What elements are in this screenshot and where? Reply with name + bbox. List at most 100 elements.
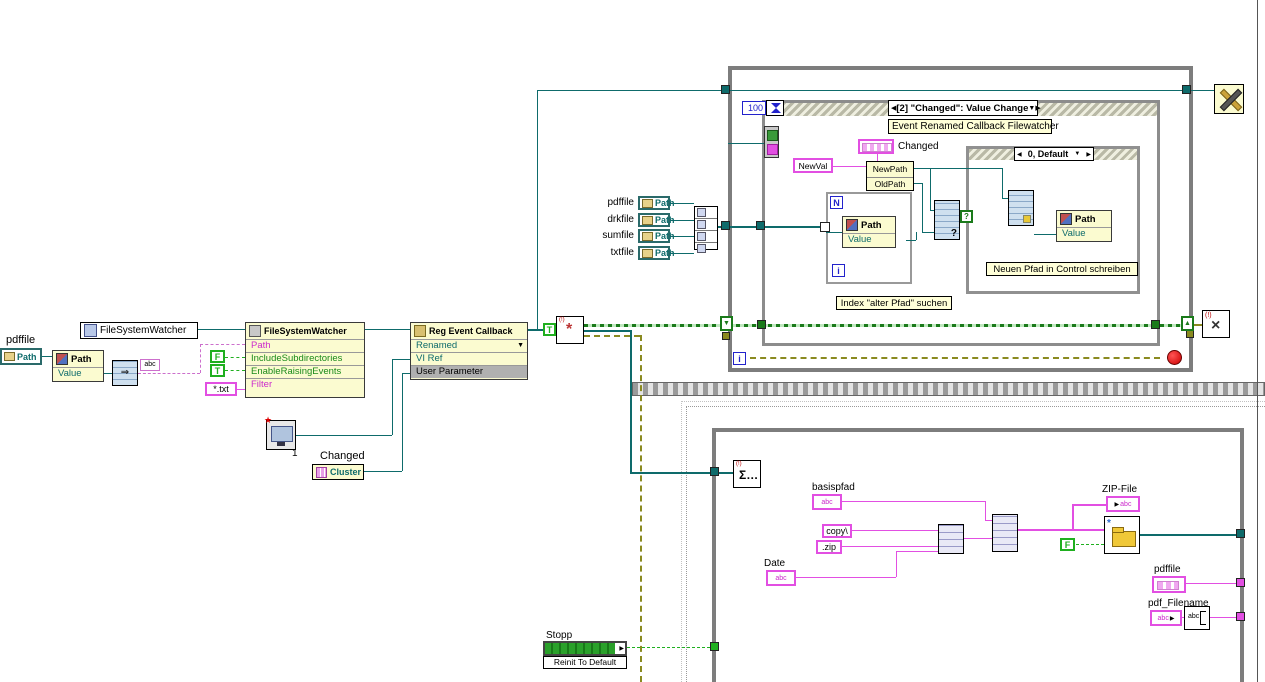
while-iteration-terminal[interactable]: i [733, 352, 746, 365]
case-selector[interactable]: ◀ 0, Default ▼ ▶ [1014, 147, 1094, 161]
tunnel[interactable] [1182, 85, 1191, 94]
property-row-path[interactable]: Path [246, 339, 364, 352]
close-reference-icon[interactable] [1214, 84, 1244, 114]
property-row-includesubdirectories[interactable]: IncludeSubdirectories [246, 352, 364, 365]
zip-string-constant[interactable]: .zip [816, 540, 842, 554]
date-terminal[interactable]: abc [766, 570, 796, 586]
tunnel[interactable] [1151, 320, 1160, 329]
selector-next-icon[interactable]: ▶ [1035, 104, 1040, 112]
drkfile-terminal-label: drkfile [607, 214, 634, 225]
shift-register-right[interactable]: ▲ [1181, 316, 1194, 331]
error-handler-icon[interactable]: (!) × [1202, 310, 1230, 338]
format-strings-node[interactable] [938, 524, 964, 554]
pane-divider [1257, 0, 1258, 682]
search-array-node[interactable]: ? [934, 200, 960, 240]
event-data-item[interactable] [767, 130, 778, 141]
wire-path [914, 183, 922, 184]
unbundle-row-oldpath[interactable]: OldPath [867, 178, 913, 192]
txtfile-path-local[interactable]: Path [638, 246, 675, 260]
timeout-constant[interactable]: 100 [742, 101, 766, 115]
tunnel[interactable] [1236, 578, 1245, 587]
tunnel[interactable] [710, 467, 719, 476]
unbundle-row-newpath[interactable]: NewPath [867, 162, 913, 178]
disabled-structure-border-v [686, 406, 687, 682]
zipfile-indicator[interactable]: ▶ abc [1106, 496, 1140, 512]
pdffile-path-local[interactable]: Path [638, 196, 675, 210]
tunnel[interactable] [1236, 612, 1245, 621]
cluster-icon [316, 466, 327, 478]
tunnel[interactable] [710, 642, 719, 651]
event-icon [414, 325, 426, 337]
for-loop-count-terminal[interactable]: N [830, 196, 843, 209]
false-constant[interactable]: F [210, 350, 225, 363]
true-constant-2[interactable]: T [543, 323, 556, 336]
event-data-item[interactable] [767, 144, 778, 155]
basispfad-terminal[interactable]: abc [812, 494, 842, 510]
wire-bool [1076, 544, 1104, 545]
tunnel[interactable] [721, 221, 730, 230]
filter-string-constant[interactable]: *.txt [205, 382, 237, 396]
tunnel[interactable] [1236, 529, 1245, 538]
event-data-node[interactable] [764, 126, 779, 158]
true-constant[interactable]: T [210, 364, 225, 377]
selector-next-icon[interactable]: ▶ [1086, 151, 1091, 158]
drkfile-path-local[interactable]: Path [638, 213, 675, 227]
abc-mini-terminal[interactable]: abc [140, 359, 160, 371]
reg-event-row-viref[interactable]: VI Ref [411, 352, 527, 365]
reg-event-row-userparam[interactable]: User Parameter [411, 365, 527, 378]
false-constant-bottom[interactable]: F [1060, 538, 1075, 551]
tunnel[interactable] [722, 332, 730, 340]
open-create-zip-icon[interactable]: * [1104, 516, 1140, 554]
folder-tab-icon [1112, 527, 1124, 533]
build-array-node[interactable] [694, 206, 718, 253]
wire-string [1186, 583, 1236, 584]
cluster-constant[interactable]: Cluster [312, 464, 364, 480]
timeout-hourglass-terminal[interactable] [766, 100, 784, 116]
fsw-property-node[interactable]: FileSystemWatcher Path IncludeSubdirecto… [245, 322, 365, 398]
reg-event-callback-node[interactable]: Reg Event Callback Renamed ▼ VI Ref User … [410, 322, 528, 380]
indexing-tunnel[interactable] [820, 222, 830, 232]
basispfad-label: basispfad [812, 482, 855, 493]
newval-event-data[interactable]: NewVal [793, 158, 833, 173]
property-row-filter[interactable]: Filter [246, 378, 364, 391]
path-to-string-node[interactable]: ⇒ [112, 360, 138, 386]
string-subset-node[interactable]: abc [1184, 606, 1210, 630]
concatenate-strings-node[interactable] [992, 514, 1018, 552]
pdf-filename-terminal[interactable]: abc ▶ [1150, 610, 1182, 626]
changed-cluster-terminal[interactable] [858, 139, 894, 154]
while-loop-bottom[interactable] [712, 428, 1244, 682]
tunnel[interactable] [1186, 330, 1194, 338]
pdffile-path-terminal[interactable]: Path [0, 348, 42, 365]
folder-icon [642, 198, 653, 208]
for-path-value-node[interactable]: Path Value [842, 216, 896, 248]
selector-prev-icon[interactable]: ◀ [1017, 151, 1022, 158]
subvi-sigma-icon[interactable]: (!) Σ… [733, 460, 761, 488]
shift-register-left[interactable]: ▼ [720, 316, 733, 331]
tunnel[interactable] [757, 320, 766, 329]
write-path-value-node[interactable]: Path Value [1056, 210, 1112, 242]
loop-stop-terminal[interactable] [1167, 350, 1182, 365]
sequence-border-band[interactable] [632, 382, 1265, 396]
property-row-enableraisingevents[interactable]: EnableRaisingEvents [246, 365, 364, 378]
unbundle-node[interactable]: NewPath OldPath [866, 161, 914, 191]
event-title-label: Event Renamed Callback Filewatcher [888, 119, 1059, 134]
for-loop-iteration-terminal[interactable]: i [832, 264, 845, 277]
wire-string [237, 389, 245, 390]
stopp-slider-control[interactable]: ▶ [543, 641, 627, 656]
event-selector[interactable]: ◀ [2] "Changed": Value Change ▼ ▶ [888, 100, 1041, 116]
tunnel[interactable] [721, 85, 730, 94]
filesystemwatcher-constant[interactable]: FileSystemWatcher [80, 322, 198, 339]
selector-dropdown-icon[interactable]: ▼ [1028, 105, 1035, 112]
replace-array-element-node[interactable] [1008, 190, 1034, 226]
subvi-burst-icon[interactable]: (!) * [556, 316, 584, 344]
sumfile-path-local[interactable]: Path [638, 229, 675, 243]
tunnel[interactable] [756, 221, 765, 230]
copy-string-constant[interactable]: copy\ [822, 524, 852, 538]
pdffile-terminal-bottom[interactable] [1152, 576, 1186, 593]
reg-event-row-renamed[interactable]: Renamed ▼ [411, 339, 527, 352]
path-value-property-node[interactable]: Path Value [52, 350, 104, 382]
case-selector-terminal[interactable]: ? [960, 210, 973, 223]
callback-vi-icon[interactable]: ★ [264, 415, 296, 450]
selector-dropdown-icon[interactable]: ▼ [1074, 151, 1080, 157]
folder-icon [642, 248, 653, 258]
